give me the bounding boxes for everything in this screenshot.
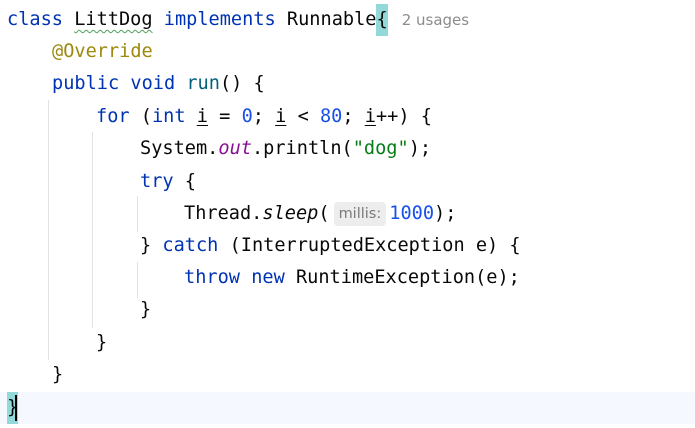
keyword-class: class <box>7 9 63 30</box>
code-punct: ); <box>434 203 457 224</box>
string-literal: "dog" <box>352 138 409 159</box>
code-punct: } <box>140 235 163 256</box>
code-punct: ++) { <box>375 106 432 127</box>
code-line-close-class[interactable]: } <box>0 392 695 424</box>
static-field-out[interactable]: out <box>218 138 252 159</box>
text-caret <box>15 395 17 421</box>
code-punct: ; <box>342 106 365 127</box>
loop-variable[interactable]: i <box>275 106 286 127</box>
system-class[interactable]: System. <box>140 138 218 159</box>
code-line-for-loop[interactable]: for (int i = 0; i < 80; i++) { <box>96 101 695 133</box>
code-line-throw[interactable]: throw new RuntimeException(e); <box>184 262 695 294</box>
indent-guide <box>137 262 138 298</box>
code-punct: ); <box>408 138 432 159</box>
code-punct: < <box>286 106 320 127</box>
number-literal: 1000 <box>389 203 435 224</box>
code-punct: ( <box>318 203 330 224</box>
loop-variable[interactable]: i <box>365 106 376 127</box>
usages-hint-link[interactable]: 2 usages <box>402 11 469 29</box>
method-params: () { <box>219 73 265 94</box>
keyword-implements: implements <box>163 9 276 30</box>
keyword-new: new <box>251 267 285 288</box>
interface-name[interactable]: Runnable <box>287 9 377 30</box>
code-line-catch[interactable]: } catch (InterruptedException e) { <box>140 230 695 262</box>
code-line-sleep[interactable]: Thread.sleep(millis: 1000); <box>184 198 695 230</box>
keyword-for: for <box>96 106 130 127</box>
exception-constructor[interactable]: RuntimeException(e); <box>285 267 520 288</box>
loop-variable[interactable]: i <box>197 106 208 127</box>
catch-clause[interactable]: (InterruptedException e) { <box>218 235 521 256</box>
keyword-try: try <box>140 171 174 192</box>
static-method-sleep[interactable]: sleep <box>262 203 318 224</box>
indent-guide <box>92 132 93 328</box>
code-line-close-catch[interactable]: } <box>140 294 695 326</box>
code-line-close-for[interactable]: } <box>96 327 695 359</box>
code-punct: ( <box>129 106 152 127</box>
code-punct: = <box>207 106 242 127</box>
code-punct: ; <box>252 106 276 127</box>
code-punct: { <box>173 171 196 192</box>
code-line-close-method[interactable]: } <box>52 359 695 391</box>
closing-brace: } <box>96 332 108 353</box>
class-name[interactable]: LittDog <box>74 9 152 30</box>
indent-guide <box>48 100 49 360</box>
code-line-try[interactable]: try { <box>140 166 695 198</box>
code-line-class-declaration[interactable]: class LittDog implements Runnable{2 usag… <box>7 4 695 36</box>
keyword-void: void <box>130 73 176 94</box>
keyword-int: int <box>151 106 186 127</box>
keyword-throw: throw <box>184 267 240 288</box>
number-literal: 0 <box>241 106 253 127</box>
code-line-println[interactable]: System.out.println("dog"); <box>140 133 695 165</box>
closing-brace: } <box>140 299 152 320</box>
indent-guide <box>137 196 138 232</box>
code-line-method-declaration[interactable]: public void run() { <box>52 68 695 100</box>
annotation-override: @Override <box>52 41 153 62</box>
method-name-run[interactable]: run <box>186 73 220 94</box>
code-line-annotation[interactable]: @Override <box>52 36 695 68</box>
println-call[interactable]: .println( <box>252 138 353 159</box>
matched-brace-highlight: { <box>376 4 388 36</box>
thread-class[interactable]: Thread. <box>184 203 262 224</box>
code-editor[interactable]: class LittDog implements Runnable{2 usag… <box>0 0 695 428</box>
closing-brace: } <box>52 364 64 385</box>
number-literal: 80 <box>319 106 343 127</box>
keyword-public: public <box>52 73 120 94</box>
parameter-name-hint: millis: <box>333 202 387 226</box>
keyword-catch: catch <box>162 235 219 256</box>
